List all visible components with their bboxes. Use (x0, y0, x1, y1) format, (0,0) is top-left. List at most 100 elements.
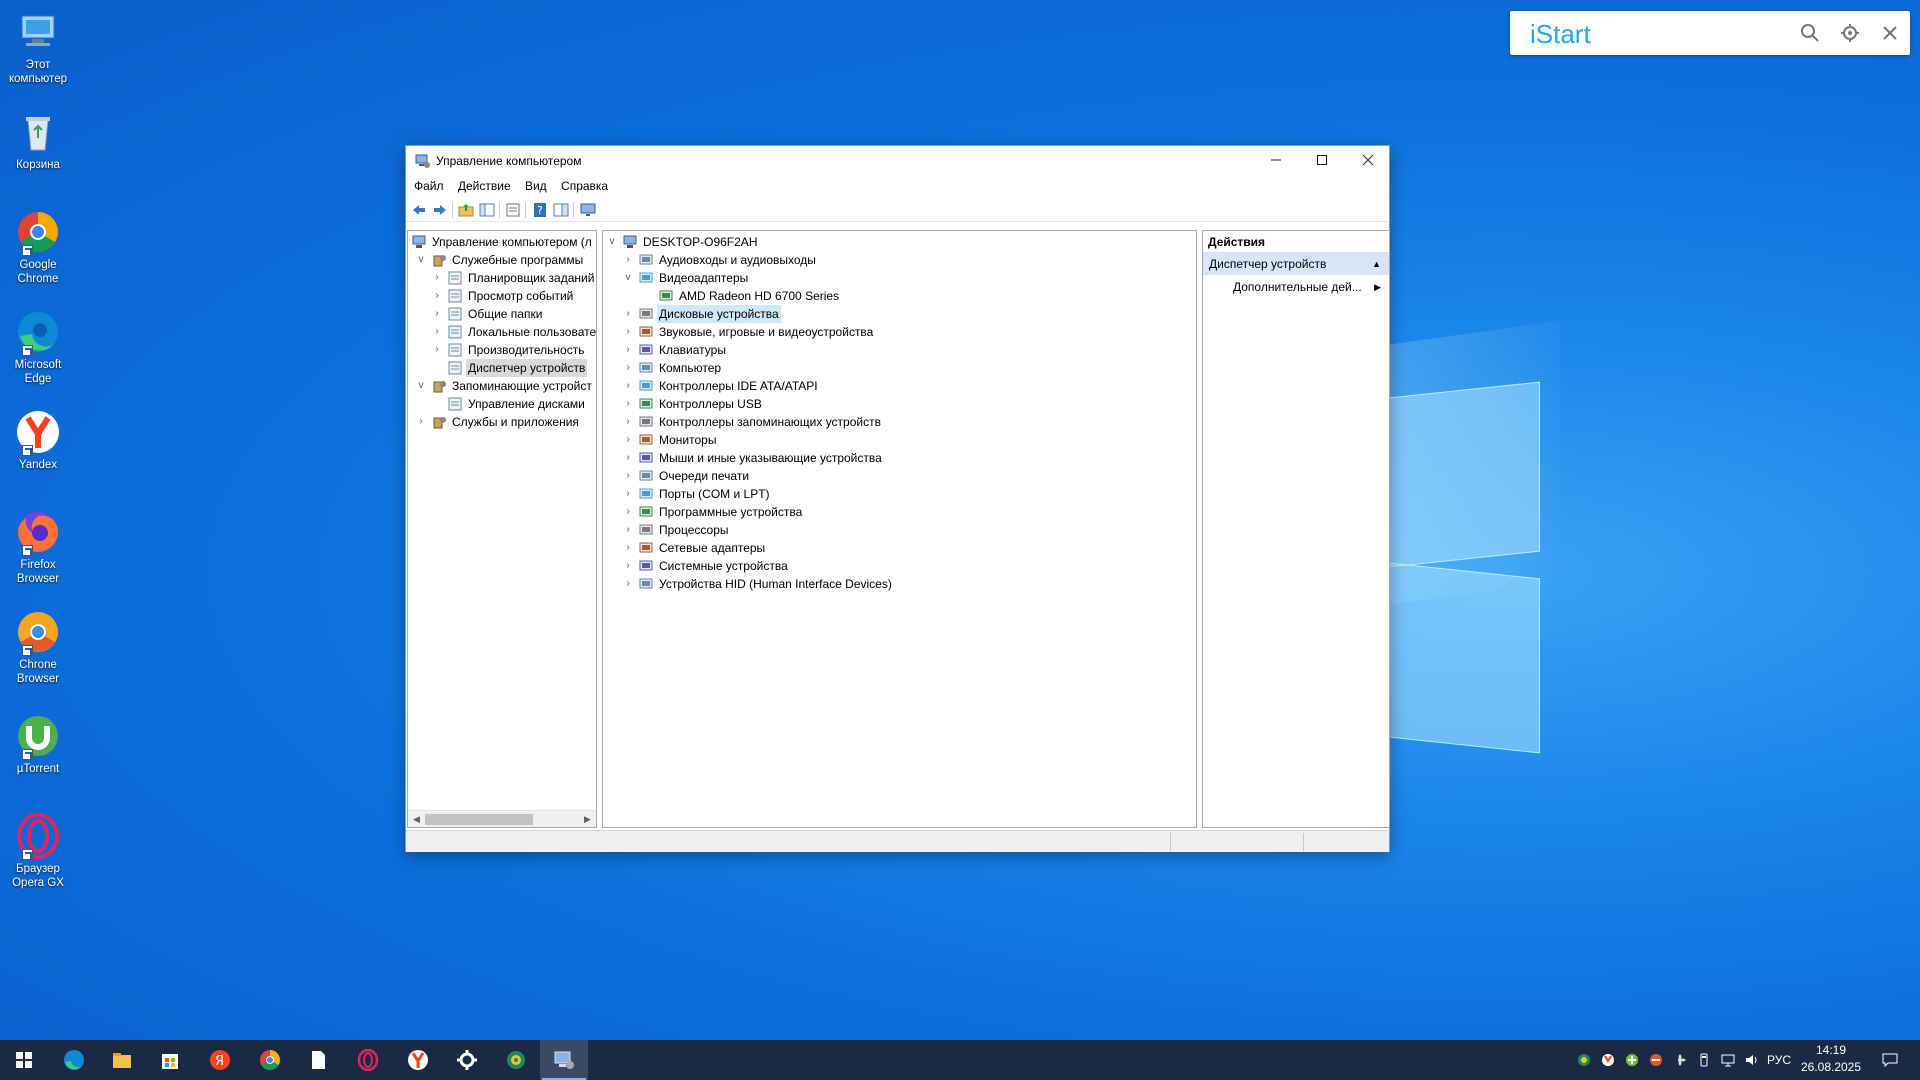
desktop-icon-microsoft-edge[interactable]: Microsoft Edge (2, 308, 74, 386)
desktop-icon-chrone[interactable]: Chrone Browser (2, 608, 74, 686)
expand-chevron-icon[interactable]: › (623, 449, 633, 467)
desktop-icon-this-pc[interactable]: Этот компьютер (2, 8, 74, 86)
tray-fan-icon[interactable] (1673, 1053, 1687, 1067)
expand-chevron-icon[interactable]: › (432, 287, 442, 305)
taskbar-yandex-browser[interactable]: Я (196, 1040, 244, 1080)
expand-chevron-icon[interactable]: › (623, 359, 633, 377)
collapse-chevron-icon[interactable]: v (416, 251, 426, 269)
notifications-icon[interactable] (1882, 1053, 1898, 1068)
expand-chevron-icon[interactable]: › (432, 323, 442, 341)
expand-chevron-icon[interactable]: › (432, 341, 442, 359)
taskbar-chrome[interactable] (246, 1040, 294, 1080)
desktop-icon-opera-gx[interactable]: Браузер Opera GX (2, 812, 74, 890)
more-actions-item[interactable]: Дополнительные дей... ▶ (1233, 277, 1383, 297)
desktop-icon-recycle-bin[interactable]: Корзина (2, 108, 74, 172)
title-bar[interactable]: Управление компьютером (406, 146, 1389, 176)
expand-chevron-icon[interactable]: › (623, 413, 633, 431)
usb-icon[interactable] (1697, 1053, 1711, 1067)
taskbar-opera[interactable] (344, 1040, 392, 1080)
menu-file[interactable]: Файл (414, 176, 444, 196)
console-tree-pane[interactable]: Управление компьютером (л v Служебные прог… (407, 230, 597, 828)
scroll-right-arrow-icon[interactable]: ▶ (579, 811, 596, 827)
actions-section-device-manager[interactable]: Диспетчер устройств ▲ (1203, 253, 1389, 275)
network-icon[interactable] (1721, 1053, 1735, 1067)
device-tree-pane[interactable]: v DESKTOP-O96F2AH › Аудиовходы и аудиовых… (602, 230, 1197, 828)
gear-icon[interactable] (1840, 23, 1860, 43)
expand-chevron-icon[interactable]: › (623, 539, 633, 557)
device-category-label: Видеоадаптеры (659, 271, 749, 285)
svg-text:?: ? (537, 204, 543, 217)
root-label: DESKTOP-O96F2AH (643, 235, 758, 249)
expand-chevron-icon[interactable]: › (623, 305, 633, 323)
taskbar-file-explorer[interactable] (98, 1040, 146, 1080)
scrollbar-thumb[interactable] (425, 814, 533, 825)
language-indicator[interactable]: РУС (1767, 1040, 1791, 1080)
search-icon[interactable] (1800, 23, 1820, 43)
opera-gx-icon (14, 812, 62, 860)
close-button[interactable] (1345, 146, 1391, 176)
expand-chevron-icon[interactable]: › (623, 431, 633, 449)
taskbar-computer-management[interactable] (540, 1040, 588, 1080)
minimize-button[interactable] (1253, 146, 1299, 176)
expand-chevron-icon[interactable]: › (623, 485, 633, 503)
expand-chevron-icon[interactable]: › (623, 251, 633, 269)
tree-node-label: Локальные пользовате (468, 325, 597, 339)
volume-icon[interactable] (1745, 1053, 1759, 1067)
device-category-label: AMD Radeon HD 6700 Series (679, 289, 840, 303)
forward-arrow-icon[interactable] (432, 202, 448, 218)
horizontal-scrollbar[interactable]: ◀ ▶ (408, 810, 596, 827)
collapse-chevron-icon[interactable]: v (623, 269, 633, 287)
menu-help[interactable]: Справка (561, 176, 608, 196)
istart-widget[interactable]: iStart (1510, 11, 1910, 55)
collapse-up-icon[interactable]: ▲ (1372, 253, 1381, 275)
menu-action[interactable]: Действие (458, 176, 511, 196)
help-icon[interactable]: ? (532, 202, 548, 218)
expand-chevron-icon[interactable]: › (623, 377, 633, 395)
expand-chevron-icon[interactable]: › (623, 521, 633, 539)
expand-chevron-icon[interactable]: › (623, 575, 633, 593)
collapse-chevron-icon[interactable]: v (607, 233, 617, 251)
expand-chevron-icon[interactable]: › (623, 395, 633, 413)
taskbar-globe-app[interactable] (492, 1040, 540, 1080)
menu-view[interactable]: Вид (525, 176, 547, 196)
maximize-button[interactable] (1299, 146, 1345, 176)
monitor-icon[interactable] (580, 202, 596, 218)
taskbar-yandex[interactable] (394, 1040, 442, 1080)
tray-minus-icon[interactable] (1649, 1053, 1663, 1067)
start-button[interactable] (0, 1040, 48, 1080)
expand-chevron-icon[interactable]: › (416, 413, 426, 431)
expand-chevron-icon[interactable]: › (623, 503, 633, 521)
desktop-icon-utorrent[interactable]: µTorrent (2, 712, 74, 776)
clock[interactable]: 14:19 26.08.2025 (1790, 1042, 1872, 1076)
tray-yandex-icon[interactable] (1601, 1053, 1615, 1067)
device-category-icon (639, 415, 653, 429)
taskbar-settings[interactable] (443, 1040, 491, 1080)
taskbar-store[interactable] (146, 1040, 194, 1080)
close-icon[interactable] (1880, 23, 1900, 43)
properties-icon[interactable] (505, 202, 521, 218)
expand-chevron-icon[interactable]: › (623, 467, 633, 485)
computer-management-icon (554, 1051, 574, 1069)
expand-chevron-icon[interactable]: › (623, 341, 633, 359)
show-hide-tree-icon[interactable] (479, 202, 495, 218)
device-category-label: Программные устройства (659, 505, 803, 519)
desktop-icon-firefox[interactable]: Firefox Browser (2, 508, 74, 586)
start-icon (16, 1052, 32, 1068)
expand-chevron-icon[interactable]: › (623, 323, 633, 341)
taskbar-notepad[interactable] (294, 1040, 342, 1080)
desktop-icon-yandex[interactable]: Yandex (2, 408, 74, 472)
taskbar-edge[interactable] (50, 1040, 98, 1080)
expand-chevron-icon[interactable]: › (432, 269, 442, 287)
tray-plus-icon[interactable] (1625, 1053, 1639, 1067)
show-action-pane-icon[interactable] (553, 202, 569, 218)
expand-chevron-icon[interactable]: › (432, 305, 442, 323)
clock-time: 14:19 (1815, 1043, 1847, 1057)
expand-chevron-icon[interactable]: › (623, 557, 633, 575)
tray-app-icon[interactable] (1577, 1053, 1591, 1067)
scroll-left-arrow-icon[interactable]: ◀ (408, 811, 425, 827)
back-arrow-icon[interactable] (411, 202, 427, 218)
desktop-icon-google-chrome[interactable]: Google Chrome (2, 208, 74, 286)
tree-node-label: Служебные программы (452, 253, 584, 267)
collapse-chevron-icon[interactable]: v (416, 377, 426, 395)
up-folder-icon[interactable] (458, 202, 474, 218)
